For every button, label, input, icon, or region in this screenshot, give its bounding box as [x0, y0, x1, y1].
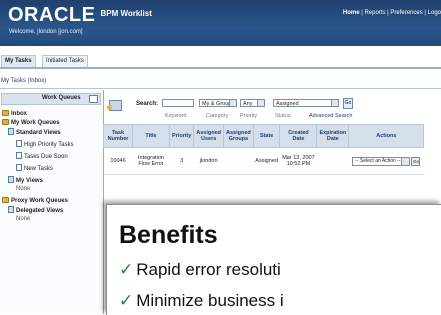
- sidebar-item-label: Proxy Work Queues: [11, 198, 68, 204]
- work-queues-panel: Work Queues Inbox My Work Queues Standar…: [0, 90, 104, 314]
- col-actions: Actions: [348, 124, 425, 148]
- divider: [0, 88, 441, 89]
- checkmark-icon: ✓: [119, 260, 134, 279]
- task-icon: [107, 100, 122, 111]
- sidebar-item-inbox[interactable]: Inbox: [2, 110, 27, 117]
- col-assigned-users[interactable]: Assigned Users: [193, 124, 225, 148]
- priority-select[interactable]: Any: [240, 99, 265, 107]
- tab-my-tasks[interactable]: My Tasks: [1, 55, 36, 67]
- sidebar-item-label: My Views: [16, 178, 43, 184]
- task-number[interactable]: 10046: [103, 147, 133, 175]
- product-name: BPM Worklist: [100, 9, 152, 18]
- delegated-views-empty: None: [16, 216, 31, 222]
- sidebar-item-my-work-queues[interactable]: My Work Queues: [2, 119, 60, 126]
- advanced-search-link[interactable]: Advanced Search: [309, 113, 352, 119]
- brand-logo: ORACLE: [8, 4, 96, 26]
- work-queues-title: Work Queues: [42, 95, 81, 101]
- work-queues-header: Work Queues: [1, 93, 101, 105]
- category-label: Category: [206, 113, 229, 119]
- nav-logout-link[interactable]: Logo: [428, 10, 441, 16]
- nav-reports-link[interactable]: Reports: [364, 10, 385, 16]
- task-created-date: Mar 13, 2007 10:52 PM: [279, 147, 317, 175]
- benefit-item: ✓ Minimize business i: [119, 291, 284, 311]
- status-value: Assigned: [276, 101, 299, 107]
- task-actions: -- Select an Action -- Go: [348, 147, 424, 175]
- nav-preferences-link[interactable]: Preferences: [390, 10, 422, 16]
- sidebar-item-label: Tasks Due Soon: [24, 154, 68, 160]
- logo: ORACLE BPM Worklist: [8, 4, 152, 27]
- benefit-text: Rapid error resoluti: [136, 260, 281, 279]
- sidebar-item-proxy-work-queues[interactable]: Proxy Work Queues: [2, 197, 68, 204]
- folder-icon: [2, 197, 9, 203]
- sidebar-item-delegated-views[interactable]: Delegated Views: [8, 206, 63, 214]
- checkmark-icon: ✓: [119, 291, 134, 310]
- welcome-text: Welcome, jlondon [jon.com]: [9, 29, 83, 35]
- tab-bar: My Tasks Initiated Tasks: [0, 53, 441, 69]
- task-assigned-groups: [223, 147, 254, 175]
- panel-window-icon[interactable]: [89, 95, 98, 103]
- search-label: Search:: [136, 101, 159, 107]
- col-assigned-groups[interactable]: Assigned Groups: [223, 124, 254, 148]
- benefits-title: Benefits: [119, 221, 218, 249]
- action-select[interactable]: -- Select an Action --: [352, 156, 411, 166]
- folder-icon: [2, 110, 9, 116]
- sidebar-item-label: New Tasks: [24, 166, 53, 172]
- task-expiration-date: [316, 147, 349, 175]
- document-icon: [16, 164, 22, 171]
- views-icon: [8, 206, 14, 213]
- task-table: Task Number Title Priority Assigned User…: [103, 124, 425, 175]
- task-assigned-users: jlondon: [193, 147, 224, 175]
- priority-value: Any: [243, 101, 253, 107]
- task-state: Assigned: [253, 147, 280, 175]
- task-title[interactable]: Integration Flow Error: [132, 147, 170, 175]
- task-priority: 3: [169, 147, 194, 175]
- sidebar-item-standard-views[interactable]: Standard Views: [8, 128, 61, 136]
- breadcrumb: My Tasks (Inbox): [1, 78, 47, 84]
- col-priority[interactable]: Priority: [168, 124, 195, 148]
- action-go-button[interactable]: Go: [411, 156, 421, 166]
- chevron-down-icon: [331, 100, 338, 106]
- sidebar-item-label: Standard Views: [16, 130, 61, 136]
- col-state[interactable]: State: [252, 124, 281, 148]
- views-icon: [8, 176, 14, 183]
- my-views-empty: None: [16, 186, 31, 192]
- benefit-item: ✓ Rapid error resoluti: [119, 260, 281, 280]
- folder-icon: [2, 119, 9, 125]
- sidebar-item-due-soon[interactable]: Tasks Due Soon: [16, 152, 68, 160]
- chevron-down-icon: [257, 100, 264, 106]
- status-label: Status: [275, 113, 291, 119]
- keyword-label: Keyword: [165, 113, 187, 119]
- document-icon: [16, 152, 22, 159]
- sidebar-item-label: High Priority Tasks: [24, 142, 74, 148]
- app-header: ORACLE BPM Worklist Welcome, jlondon [jon…: [0, 0, 441, 46]
- keyword-input[interactable]: [162, 99, 194, 107]
- priority-label: Priority: [240, 113, 258, 119]
- sidebar-item-new-tasks[interactable]: New Tasks: [16, 164, 53, 172]
- sidebar-item-label: Inbox: [11, 111, 27, 117]
- col-expiration-date[interactable]: Expiration Date: [316, 124, 350, 148]
- sidebar-item-high-priority[interactable]: High Priority Tasks: [16, 140, 74, 148]
- views-icon: [8, 128, 14, 135]
- sidebar-item-label: Delegated Views: [16, 208, 64, 214]
- col-task-number[interactable]: Task Number: [103, 124, 133, 148]
- col-title[interactable]: Title: [132, 124, 170, 148]
- document-icon: [16, 140, 22, 147]
- table-row[interactable]: 10046 Integration Flow Error 3 jlondon A…: [103, 147, 424, 175]
- sidebar-item-label: My Work Queues: [11, 120, 60, 126]
- chevron-down-icon: [229, 100, 236, 106]
- category-value: My & Group: [202, 101, 232, 107]
- status-select[interactable]: Assigned: [273, 99, 339, 107]
- col-created-date[interactable]: Created Date: [279, 124, 318, 148]
- tab-initiated-tasks[interactable]: Initiated Tasks: [42, 55, 88, 67]
- top-nav: Home | Reports | Preferences | Logo: [342, 10, 441, 16]
- category-select[interactable]: My & Group: [199, 99, 237, 107]
- table-header-row: Task Number Title Priority Assigned User…: [103, 124, 425, 148]
- sidebar-item-my-views[interactable]: My Views: [8, 176, 43, 184]
- benefits-callout: Benefits ✓ Rapid error resoluti ✓ Minimize…: [106, 204, 441, 315]
- benefit-text: Minimize business i: [136, 291, 284, 310]
- search-go-button[interactable]: Go: [343, 98, 353, 109]
- nav-home-link[interactable]: Home: [343, 10, 360, 16]
